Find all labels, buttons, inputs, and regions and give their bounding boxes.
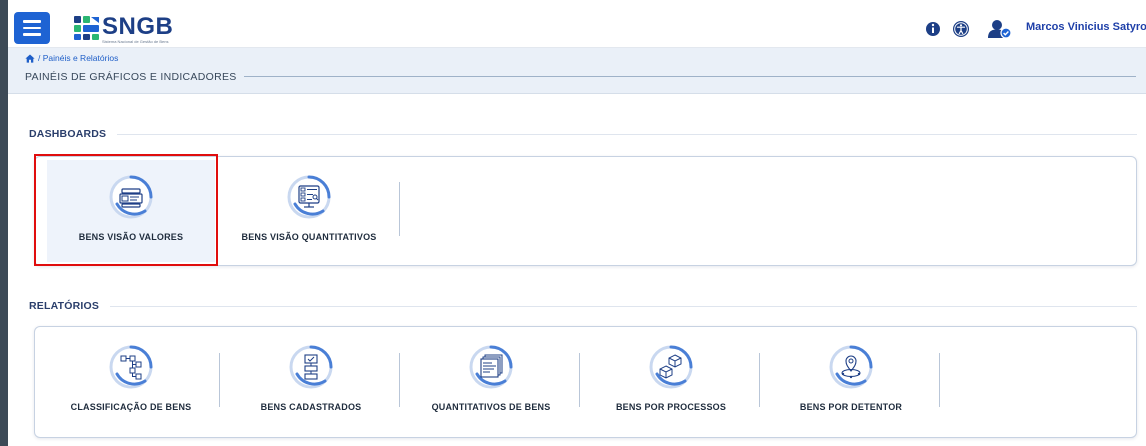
location-user-icon <box>829 345 873 389</box>
title-divider <box>244 76 1136 77</box>
app-logo[interactable]: SNGB Sistema Nacional de Gestão de Bens <box>74 13 194 45</box>
tile-label: BENS POR PROCESSOS <box>615 402 727 412</box>
tile-label: QUANTITATIVOS DE BENS <box>431 402 551 412</box>
boxes-icon <box>649 345 693 389</box>
selection-highlight <box>34 154 218 266</box>
breadcrumb: / Painéis e Relatórios <box>25 53 118 63</box>
breadcrumb-path[interactable]: / Painéis e Relatórios <box>38 53 118 63</box>
menu-bar-icon <box>23 33 41 36</box>
hierarchy-icon <box>109 345 153 389</box>
user-name-link[interactable]: Marcos Vinicius Satyro C... <box>1026 21 1146 33</box>
tile-label: BENS CADASTRADOS <box>260 402 362 412</box>
tile-divider <box>399 353 400 407</box>
tile-classificacao-de-bens[interactable]: CLASSIFICAÇÃO DE BENS <box>47 330 215 432</box>
clipboard-flow-icon <box>289 345 333 389</box>
section-label-relatorios: RELATÓRIOS <box>29 300 100 312</box>
app-window: SNGB Sistema Nacional de Gestão de Bens … <box>0 0 1146 446</box>
tile-label: BENS VISÃO QUANTITATIVOS <box>241 232 377 242</box>
relatorios-card: CLASSIFICAÇÃO DE BENS BENS CADASTRADOS Q… <box>34 326 1137 438</box>
tile-bens-visao-quantitativos[interactable]: BENS VISÃO QUANTITATIVOS <box>225 160 393 262</box>
section-label-dashboards: DASHBOARDS <box>29 128 107 140</box>
tile-label: BENS POR DETENTOR <box>799 402 903 412</box>
tile-bens-cadastrados[interactable]: BENS CADASTRADOS <box>227 330 395 432</box>
tile-bens-por-detentor[interactable]: BENS POR DETENTOR <box>767 330 935 432</box>
info-icon[interactable] <box>924 20 942 38</box>
page-title: PAINÉIS DE GRÁFICOS E INDICADORES <box>25 71 237 83</box>
tile-bens-por-processos[interactable]: BENS POR PROCESSOS <box>587 330 755 432</box>
menu-bar-icon <box>23 20 41 23</box>
logo-subtitle: Sistema Nacional de Gestão de Bens <box>102 39 169 44</box>
menu-bar-icon <box>23 26 41 30</box>
main-content: DASHBOARDS BENS VISÃO VALORES BENS VISÃO… <box>8 95 1146 446</box>
accessibility-icon[interactable] <box>952 20 970 38</box>
tile-quantitativos-de-bens[interactable]: QUANTITATIVOS DE BENS <box>407 330 575 432</box>
tile-divider <box>399 182 400 236</box>
window-edge <box>0 0 8 446</box>
tile-divider <box>939 353 940 407</box>
section-divider <box>117 134 1137 135</box>
top-bar: SNGB Sistema Nacional de Gestão de Bens … <box>8 8 1146 48</box>
section-divider <box>110 306 1137 307</box>
tile-divider <box>759 353 760 407</box>
tile-label: CLASSIFICAÇÃO DE BENS <box>70 402 192 412</box>
logo-mark-icon <box>74 16 99 40</box>
monitor-report-icon <box>287 175 331 219</box>
breadcrumb-band: / Painéis e Relatórios PAINÉIS DE GRÁFIC… <box>8 48 1146 94</box>
tile-divider <box>579 353 580 407</box>
home-icon[interactable] <box>25 54 35 63</box>
tile-divider <box>219 353 220 407</box>
user-account-icon[interactable] <box>988 19 1012 39</box>
menu-button[interactable] <box>14 12 50 44</box>
logo-text: SNGB <box>102 13 174 40</box>
stacked-documents-icon <box>469 345 513 389</box>
